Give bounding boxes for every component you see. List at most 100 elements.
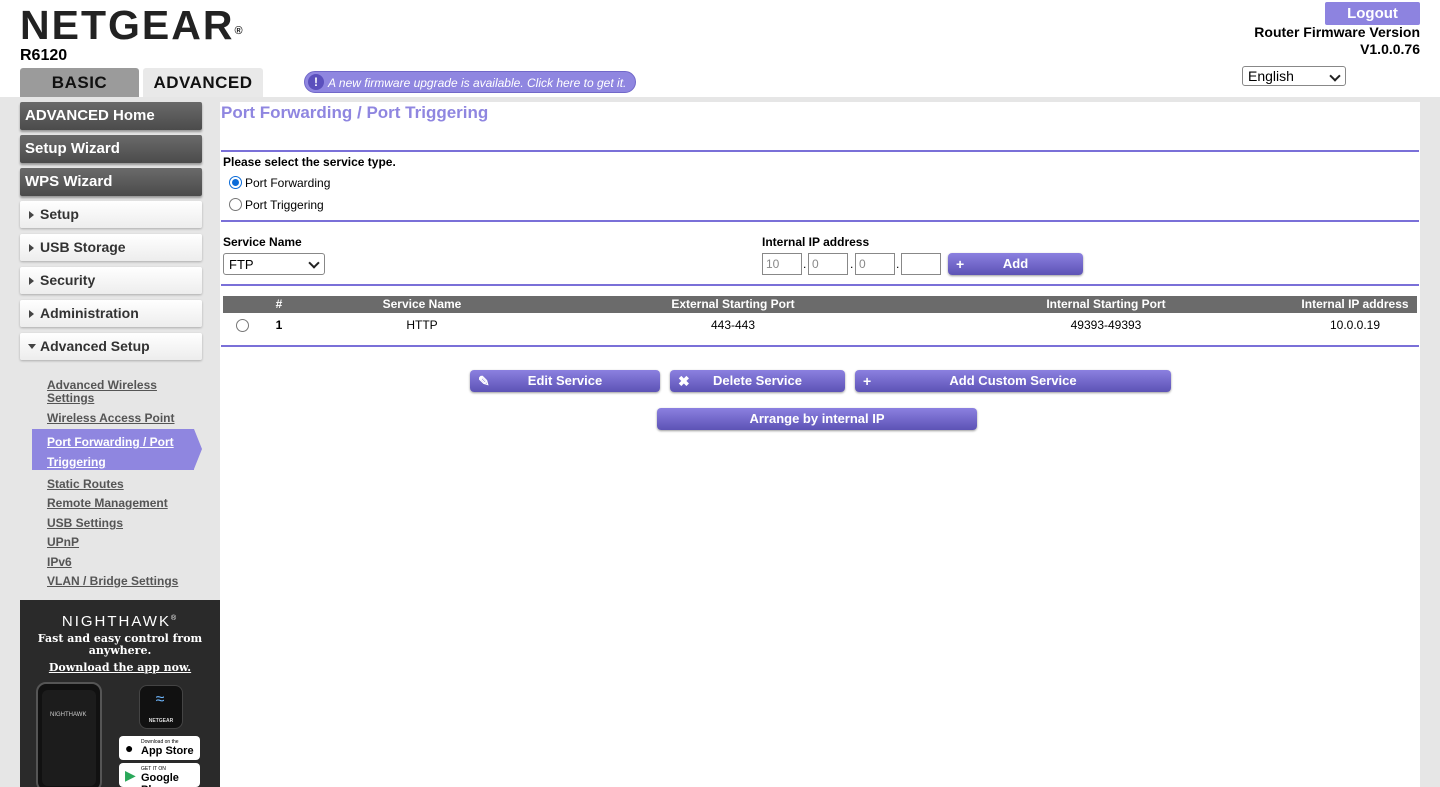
ip-octet-1[interactable]: 10 — [762, 253, 802, 275]
page-title: Port Forwarding / Port Triggering — [221, 103, 489, 122]
delete-service-button[interactable]: ✖ Delete Service — [670, 370, 845, 392]
language-value: English — [1248, 68, 1294, 84]
add-custom-service-button[interactable]: + Add Custom Service — [855, 370, 1171, 392]
section-label: USB Storage — [40, 239, 126, 255]
nighthawk-app-ad: NIGHTHAWK® Fast and easy control from an… — [20, 600, 220, 787]
divider — [221, 345, 1419, 347]
port-forwarding-label: Port Forwarding — [245, 176, 331, 190]
service-name-select[interactable]: FTP — [223, 253, 325, 275]
column-header-number: # — [275, 297, 283, 311]
phone-screen-text: NIGHTHAWK — [50, 712, 87, 718]
app-store-badge[interactable]: ● Download on the App Store — [119, 736, 200, 760]
exclamation-icon: ! — [308, 74, 324, 90]
add-button[interactable]: + Add — [948, 253, 1083, 275]
netgear-logo: NETGEAR® — [20, 4, 243, 46]
radio-port-triggering[interactable] — [229, 198, 242, 211]
sidebar-active-arrow — [194, 429, 202, 469]
registered-mark: ® — [234, 25, 243, 37]
sidebar-item-static-routes[interactable]: Static Routes — [47, 478, 124, 491]
apple-icon: ● — [125, 740, 134, 756]
delete-service-label: Delete Service — [713, 373, 802, 388]
sidebar-item-advanced-wireless[interactable]: Advanced Wireless Settings — [47, 379, 187, 405]
ad-download-link[interactable]: Download the app now. — [20, 662, 220, 674]
app-store-text: App Store — [141, 745, 194, 757]
ad-tagline-2: anywhere. — [88, 644, 152, 657]
triangle-right-icon — [29, 310, 34, 318]
add-custom-service-label: Add Custom Service — [949, 373, 1077, 388]
phone-image: NIGHTHAWK — [36, 682, 102, 787]
google-play-text: Google Play — [141, 772, 179, 787]
google-play-badge[interactable]: ▶ GET IT ON Google Play — [119, 763, 200, 787]
nighthawk-app-icon: ≈ NETGEAR — [139, 685, 183, 729]
table-cell-service: HTTP — [406, 318, 438, 332]
ad-registered-mark: ® — [170, 615, 179, 622]
section-label: Administration — [40, 305, 139, 321]
section-label: Security — [40, 272, 96, 288]
ad-title-text: NIGHTHAWK — [61, 613, 171, 630]
sidebar-item-usb-settings[interactable]: USB Settings — [47, 517, 123, 530]
sidebar-item-ipv6[interactable]: IPv6 — [47, 556, 72, 569]
ip-octet-2[interactable]: 0 — [808, 253, 848, 275]
edit-service-label: Edit Service — [527, 373, 603, 388]
add-label: Add — [1002, 256, 1029, 271]
pencil-icon: ✎ — [478, 373, 490, 389]
sidebar-setup-wizard[interactable]: Setup Wizard — [20, 135, 202, 163]
service-name-label: Service Name — [223, 235, 302, 249]
sidebar-advanced-home[interactable]: ADVANCED Home — [20, 102, 202, 130]
divider — [221, 284, 1419, 286]
chevron-down-icon — [1329, 70, 1341, 82]
service-name-value: FTP — [229, 257, 254, 272]
plus-icon: + — [956, 256, 965, 272]
language-select[interactable]: English — [1242, 66, 1346, 86]
ad-title: NIGHTHAWK® — [20, 613, 220, 630]
table-row-select-radio[interactable] — [236, 319, 249, 332]
arrange-by-ip-button[interactable]: Arrange by internal IP — [657, 408, 977, 430]
column-header-internal-ip: Internal IP address — [1301, 297, 1409, 311]
sidebar-item-remote-management[interactable]: Remote Management — [47, 497, 168, 510]
edit-service-button[interactable]: ✎ Edit Service — [470, 370, 660, 392]
wifi-icon: ≈ — [155, 691, 165, 708]
firmware-version-block: Router Firmware Version V1.0.0.76 — [1254, 24, 1420, 58]
divider — [221, 150, 1419, 152]
firmware-version-value: V1.0.0.76 — [1360, 41, 1420, 57]
ip-octet-4[interactable] — [901, 253, 941, 275]
ip-octet-3[interactable]: 0 — [855, 253, 895, 275]
router-model: R6120 — [20, 47, 68, 64]
triangle-right-icon — [29, 277, 34, 285]
sidebar-item-wireless-access-point[interactable]: Wireless Access Point — [47, 412, 175, 425]
brand-text: NETGEAR — [20, 2, 235, 48]
triangle-right-icon — [29, 244, 34, 252]
sidebar-section-setup[interactable]: Setup — [20, 201, 202, 228]
chevron-down-icon — [308, 257, 320, 269]
internal-ip-label: Internal IP address — [762, 235, 870, 249]
sidebar-section-security[interactable]: Security — [20, 267, 202, 294]
table-cell-number: 1 — [275, 318, 283, 332]
ip-separator: . — [896, 257, 900, 271]
phone-screen: NIGHTHAWK — [42, 690, 96, 786]
logout-button[interactable]: Logout — [1325, 2, 1420, 25]
firmware-version-label: Router Firmware Version — [1254, 24, 1420, 40]
plus-icon: + — [863, 373, 872, 389]
section-label: Advanced Setup — [40, 338, 150, 354]
column-header-service-name: Service Name — [382, 297, 462, 311]
x-icon: ✖ — [678, 373, 690, 389]
tab-advanced[interactable]: ADVANCED — [143, 68, 263, 97]
google-play-icon: ▶ — [125, 767, 136, 783]
column-header-internal-port: Internal Starting Port — [1046, 297, 1166, 311]
sidebar-section-usb-storage[interactable]: USB Storage — [20, 234, 202, 261]
triangle-down-icon — [28, 344, 36, 349]
sidebar-item-vlan-bridge[interactable]: VLAN / Bridge Settings — [47, 575, 178, 588]
sidebar-section-advanced-setup[interactable]: Advanced Setup — [20, 333, 202, 360]
divider — [221, 220, 1419, 222]
ip-separator: . — [850, 257, 854, 271]
table-cell-external-port: 443-443 — [710, 318, 756, 332]
service-type-prompt: Please select the service type. — [223, 155, 396, 169]
firmware-upgrade-banner[interactable]: ! A new firmware upgrade is available. C… — [304, 71, 636, 93]
sidebar-item-port-forwarding[interactable]: Port Forwarding / Port Triggering — [47, 432, 187, 472]
tab-basic[interactable]: BASIC — [20, 68, 139, 97]
sidebar-wps-wizard[interactable]: WPS Wizard — [20, 168, 202, 196]
radio-port-forwarding[interactable] — [229, 176, 242, 189]
sidebar-section-administration[interactable]: Administration — [20, 300, 202, 327]
app-icon-label: NETGEAR — [148, 718, 174, 724]
sidebar-item-upnp[interactable]: UPnP — [47, 536, 79, 549]
